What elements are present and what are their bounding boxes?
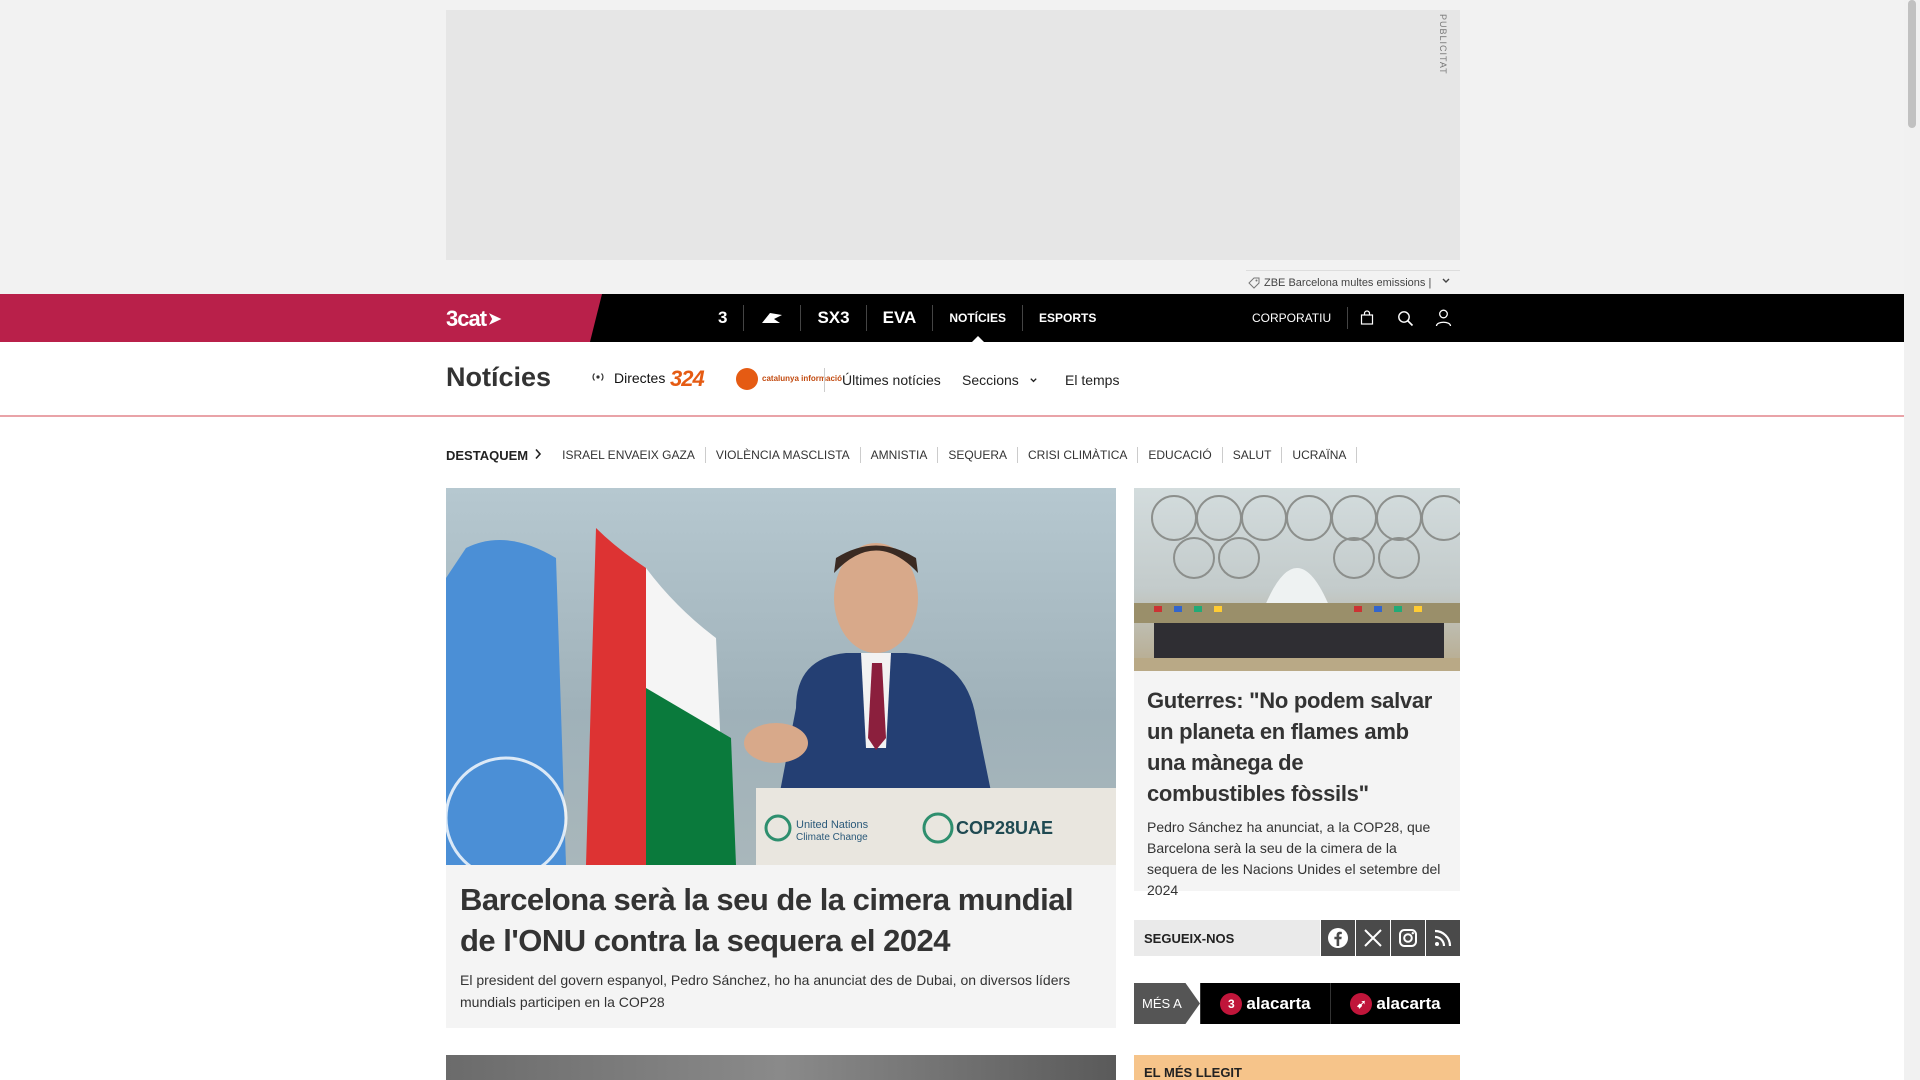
right-nav: CORPORATIU (1252, 294, 1462, 342)
more-at-bar: MÉS A 3 alacarta ➹ alacarta (1134, 983, 1460, 1024)
most-read-header: EL MÉS LLEGIT (1134, 1055, 1460, 1080)
shopping-bag-icon[interactable] (1348, 294, 1386, 342)
user-icon[interactable] (1424, 294, 1462, 342)
ad-label: PUBLICITAT (1438, 14, 1448, 75)
highlight-tag[interactable]: SEQUERA (938, 447, 1019, 463)
x-icon[interactable] (1356, 920, 1390, 956)
main-story-text: Barcelona serà la seu de la cimera mundi… (446, 865, 1116, 1027)
side-story-text: Guterres: "No podem salvar un planeta en… (1134, 671, 1460, 915)
chevron-right-icon (534, 448, 542, 463)
nav-esports[interactable]: ESPORTS (1023, 305, 1112, 331)
svg-text:Climate Change: Climate Change (796, 832, 868, 843)
weather-link[interactable]: El temps (1065, 372, 1119, 388)
page-title[interactable]: Notícies (446, 362, 551, 393)
sx3-icon[interactable]: SX3 (801, 305, 867, 331)
tv3-icon: 3 (1220, 992, 1243, 1015)
main-story-card[interactable]: United Nations Climate Change COP28UAE B… (446, 488, 1116, 1028)
highlight-tag[interactable]: CRISI CLIMÀTICA (1018, 447, 1139, 463)
tag-icon (1248, 277, 1260, 289)
channel-links: 3 SX3 EVA NOTÍCIES ESPORTS (702, 294, 1112, 342)
highlight-tag[interactable]: VIOLÈNCIA MASCLISTA (706, 447, 861, 463)
catradio-alacarta-link[interactable]: ➹ alacarta (1330, 983, 1460, 1024)
sections-dropdown[interactable]: Seccions (962, 372, 1038, 388)
side-story-summary: Pedro Sánchez ha anunciat, a la COP28, q… (1147, 819, 1441, 898)
follow-us-label: SEGUEIX-NOS (1134, 920, 1320, 956)
ticker-text: ZBE Barcelona multes emissions | (1264, 276, 1432, 289)
scroll-thumb[interactable] (1908, 0, 1916, 128)
second-story-image[interactable] (446, 1055, 1116, 1080)
top-navbar: 3cat ➤ 3 SX3 EVA NOTÍCIES ESPORTS CORPOR… (0, 294, 1904, 342)
nav-corporatiu[interactable]: CORPORATIU (1252, 307, 1349, 329)
catradio-icon: ➹ (1350, 992, 1373, 1015)
section-header: Notícies Directes 324 catalunya informac… (0, 342, 1904, 417)
follow-us-bar: SEGUEIX-NOS (1134, 920, 1460, 956)
svg-text:United Nations: United Nations (796, 819, 869, 831)
catinfo-circle-icon (736, 368, 758, 390)
highlight-tag[interactable]: UCRAÏNA (1282, 447, 1358, 463)
live-broadcast-icon (590, 370, 606, 386)
ad-banner[interactable] (446, 10, 1460, 260)
more-at-label: MÉS A (1134, 983, 1200, 1024)
brand-block (0, 294, 602, 342)
3cat-logo[interactable]: 3cat ➤ (446, 306, 501, 332)
main-story-title[interactable]: Barcelona serà la seu de la cimera mundi… (460, 879, 1102, 961)
live-link[interactable]: Directes (590, 370, 665, 386)
tv3-alacarta-link[interactable]: 3 alacarta (1200, 983, 1330, 1024)
chevron-down-icon (1029, 376, 1038, 388)
highlight-tag[interactable]: AMNISTIA (861, 447, 939, 463)
nav-noticies[interactable]: NOTÍCIES (933, 305, 1023, 342)
eva-icon[interactable]: EVA (867, 305, 934, 331)
trending-ticker[interactable]: ZBE Barcelona multes emissions | (1246, 270, 1460, 294)
search-icon[interactable] (1386, 294, 1424, 342)
rss-icon[interactable] (1426, 920, 1460, 956)
catradio-icon[interactable] (744, 305, 802, 331)
main-story-summary: El president del govern espanyol, Pedro … (460, 972, 1071, 1010)
chevron-down-icon[interactable] (1441, 276, 1451, 289)
instagram-icon[interactable] (1391, 920, 1425, 956)
highlight-tag[interactable]: SALUT (1223, 447, 1283, 463)
channel-324-logo[interactable]: 324 (670, 366, 705, 392)
svg-text:COP28UAE: COP28UAE (956, 818, 1053, 838)
main-story-image[interactable]: United Nations Climate Change COP28UAE (446, 488, 1116, 865)
highlights-bar: DESTAQUEM ISRAEL ENVAEIX GAZA VIOLÈNCIA … (446, 445, 1358, 465)
divider (824, 368, 825, 392)
scrollbar[interactable] (1904, 0, 1920, 1080)
facebook-icon[interactable] (1321, 920, 1355, 956)
side-story-card[interactable]: Guterres: "No podem salvar un planeta en… (1134, 488, 1460, 898)
ad-zone: PUBLICITAT ZBE Barcelona multes emission… (0, 0, 1904, 294)
side-story-image[interactable] (1134, 488, 1460, 671)
latest-news-link[interactable]: Últimes notícies (842, 372, 941, 388)
highlight-tag[interactable]: EDUCACIÓ (1138, 447, 1223, 463)
play-arrow-icon: ➤ (488, 311, 501, 328)
highlight-tag[interactable]: ISRAEL ENVAEIX GAZA (552, 447, 706, 463)
catalunya-informacio-logo[interactable]: catalunya informació (736, 368, 842, 390)
side-story-title[interactable]: Guterres: "No podem salvar un planeta en… (1147, 685, 1447, 809)
tv3-icon[interactable]: 3 (702, 305, 745, 331)
highlights-title[interactable]: DESTAQUEM (446, 448, 542, 463)
